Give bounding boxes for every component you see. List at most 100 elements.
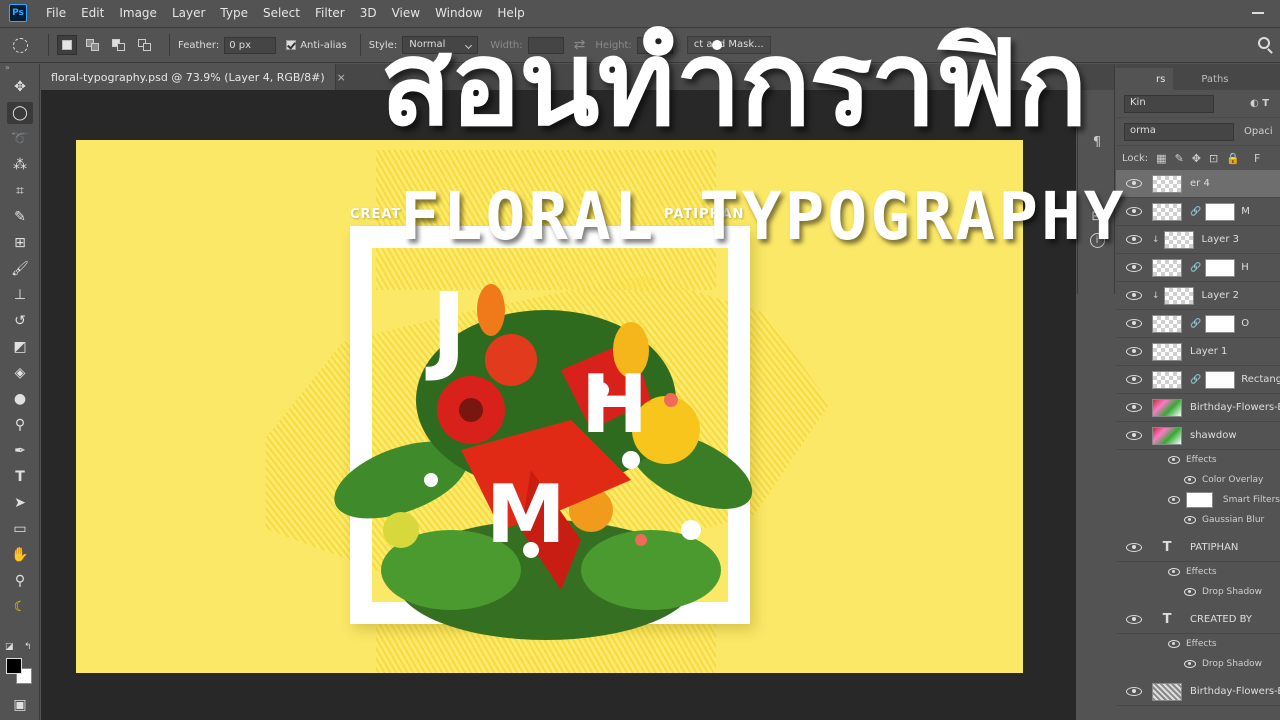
feather-input[interactable]: 0 px [224,36,277,54]
visibility-eye-icon[interactable] [1168,496,1180,504]
visibility-eye-icon[interactable] [1126,375,1142,384]
rectangle-tool[interactable]: ▭ [0,516,40,542]
chain-link-icon[interactable]: 🔗 [1190,207,1201,217]
move-tool[interactable]: ✥ [0,74,40,100]
path-selection-tool[interactable]: ➤ [0,490,40,516]
lock-all-icon[interactable]: 🔒 [1226,152,1240,165]
subtract-selection-button[interactable] [109,35,129,55]
visibility-eye-icon[interactable] [1126,687,1142,696]
menu-layer[interactable]: Layer [172,6,205,20]
tab-paths[interactable]: Paths [1173,68,1236,90]
lock-transparent-icon[interactable]: ▦ [1156,152,1166,165]
color-swatches[interactable]: ◪ ↰ [4,642,38,684]
visibility-eye-icon[interactable] [1126,347,1142,356]
document-tab[interactable]: floral-typography.psd @ 73.9% (Layer 4, … [41,64,346,90]
effects-row[interactable]: Effects [1116,634,1280,654]
layer-row[interactable]: Layer 1 [1116,338,1280,366]
lasso-tool[interactable]: ➰ [0,126,40,152]
layer-row[interactable]: er 4 [1116,170,1280,198]
layer-row[interactable]: Birthday-Flowers-Bo [1116,678,1280,706]
menu-type[interactable]: Type [220,6,248,20]
layer-mask-thumbnail[interactable] [1205,370,1236,389]
visibility-eye-icon[interactable] [1184,476,1196,484]
visibility-eye-icon[interactable] [1126,615,1142,624]
menu-3d[interactable]: 3D [360,6,377,20]
pen-tool[interactable]: ✒ [0,438,40,464]
smart-filters-row[interactable]: Smart Filters [1116,490,1280,510]
paint-bucket-tool[interactable]: ◈ [0,360,40,386]
layer-row[interactable]: 🔗 Rectangle [1116,366,1280,394]
tab-layers[interactable]: rs [1116,68,1174,90]
filter-type-icon[interactable]: ◐ T [1250,98,1269,109]
history-brush-tool[interactable]: ↺ [0,308,40,334]
effect-row[interactable]: Drop Shadow [1116,582,1280,602]
effects-row[interactable]: Effects [1116,562,1280,582]
visibility-eye-icon[interactable] [1126,291,1142,300]
visibility-eye-icon[interactable] [1184,588,1196,596]
visibility-eye-icon[interactable] [1168,456,1180,464]
clone-stamp-tool[interactable]: ⊥ [0,282,40,308]
visibility-eye-icon[interactable] [1184,660,1196,668]
lock-position-icon[interactable]: ✥ [1192,152,1201,165]
layer-mask-thumbnail[interactable] [1205,202,1236,221]
toolbar-collapse-icon[interactable]: » [0,64,39,74]
layer-row[interactable]: Birthday-Flowers-Bo [1116,394,1280,422]
blur-tool[interactable]: ● [0,386,40,412]
menu-edit[interactable]: Edit [81,6,104,20]
elliptical-marquee-tool[interactable]: ◯ [0,100,40,126]
effect-row[interactable]: Gaussian Blur [1116,510,1280,530]
zoom-tool[interactable]: ⚲ [0,568,40,594]
chain-link-icon[interactable]: 🔗 [1190,263,1201,273]
visibility-eye-icon[interactable] [1126,319,1142,328]
foreground-color-swatch[interactable] [6,658,22,674]
brush-tool[interactable]: 🖌 [0,256,40,282]
effect-row[interactable]: Color Overlay [1116,470,1280,490]
visibility-eye-icon[interactable] [1126,235,1142,244]
visibility-eye-icon[interactable] [1126,543,1142,552]
antialias-checkbox[interactable] [286,40,297,50]
layer-row[interactable]: ↓ Layer 2 [1116,282,1280,310]
banana-tool[interactable]: ☾ [0,594,40,620]
hand-tool[interactable]: ✋ [0,542,40,568]
default-colors-icon[interactable]: ◪ [5,642,14,652]
crop-tool[interactable]: ⌗ [0,178,40,204]
layer-row[interactable]: 🔗 O [1116,310,1280,338]
menu-select[interactable]: Select [263,6,300,20]
minimize-icon[interactable] [1252,12,1264,14]
search-icon[interactable] [1258,37,1270,49]
menu-file[interactable]: File [46,6,66,20]
layer-row[interactable]: 🔗 H [1116,254,1280,282]
layer-row[interactable]: T CREATED BY [1116,606,1280,634]
visibility-eye-icon[interactable] [1126,403,1142,412]
kind-filter-select[interactable]: Kin [1124,94,1214,113]
layer-row[interactable]: T PATIPHAN [1116,534,1280,562]
layer-mask-thumbnail[interactable] [1205,314,1236,333]
lock-pixels-icon[interactable]: ✎ [1175,152,1184,165]
chain-link-icon[interactable]: 🔗 [1190,375,1201,385]
visibility-eye-icon[interactable] [1168,640,1180,648]
menu-image[interactable]: Image [119,6,157,20]
type-tool[interactable]: T [0,464,40,490]
eyedropper-tool[interactable]: ✎ [0,204,40,230]
menu-filter[interactable]: Filter [315,6,345,20]
dodge-tool[interactable]: ⚲ [0,412,40,438]
layer-row[interactable]: shawdow [1116,422,1280,450]
visibility-eye-icon[interactable] [1126,263,1142,272]
lock-artboard-icon[interactable]: ⊡ [1209,152,1218,165]
visibility-eye-icon[interactable] [1126,179,1142,188]
visibility-eye-icon[interactable] [1168,568,1180,576]
close-icon[interactable]: × [337,71,346,84]
effect-row[interactable]: Drop Shadow [1116,654,1280,674]
smart-filter-mask[interactable] [1186,492,1213,508]
eraser-tool[interactable]: ◩ [0,334,40,360]
effects-row[interactable]: Effects [1116,450,1280,470]
layer-mask-thumbnail[interactable] [1205,258,1236,277]
visibility-eye-icon[interactable] [1126,431,1142,440]
magic-wand-tool[interactable]: ⁂ [0,152,40,178]
tool-preset-picker[interactable] [0,27,40,63]
layer-row[interactable]: 🔗 M [1116,198,1280,226]
swap-colors-icon[interactable]: ↰ [24,642,32,652]
visibility-eye-icon[interactable] [1184,516,1196,524]
intersect-selection-button[interactable] [135,35,155,55]
quick-mask-button[interactable]: ▣ [0,692,40,718]
